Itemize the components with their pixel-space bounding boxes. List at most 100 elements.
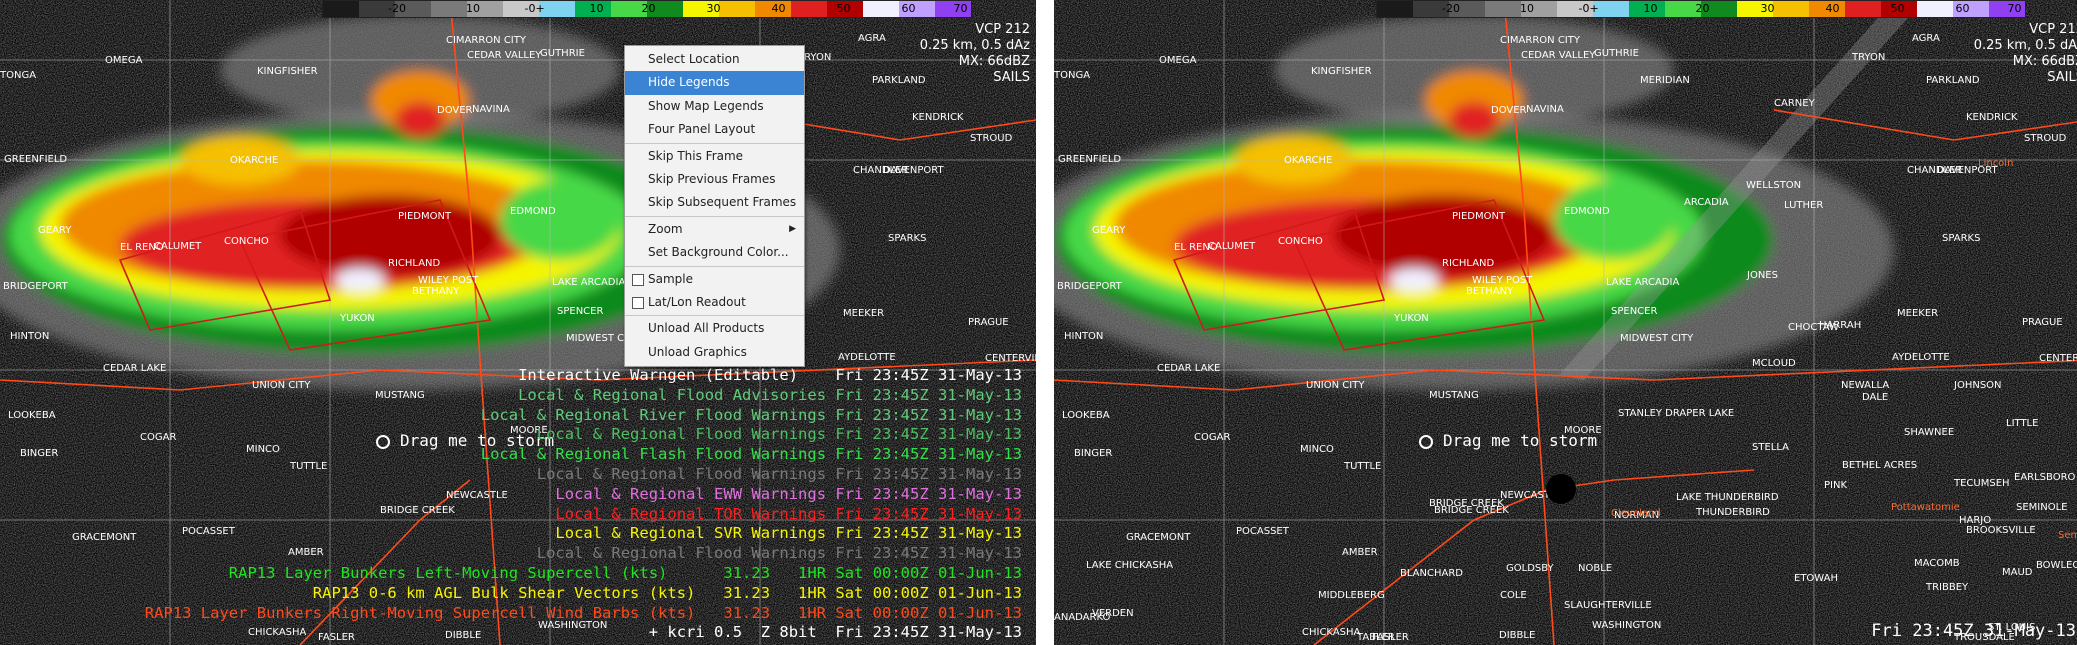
map-label: SPARKS (1942, 233, 1981, 244)
county-label: Pottawatomie (1891, 502, 1960, 513)
map-label: OKARCHE (230, 155, 279, 166)
map-label: MUSTANG (375, 390, 425, 401)
map-label: FASLER (318, 632, 355, 643)
context-menu[interactable]: Select Location Hide Legends Show Map Lege… (624, 45, 805, 368)
product-legend-row[interactable]: RAP13 0-6 km AGL Bulk Shear Vectors (kts… (313, 584, 1022, 604)
map-label: GUTHRIE (1594, 48, 1639, 59)
product-legend-row[interactable]: Local & Regional TOR Warnings Fri 23:45Z… (555, 505, 1022, 525)
menu-item-skip-this-frame[interactable]: Skip This Frame (625, 145, 804, 168)
product-legend-row[interactable]: Interactive Warngen (Editable) Fri 23:45… (518, 366, 1022, 386)
map-label: CARNEY (1774, 98, 1815, 109)
menu-item-skip-subsequent-frames[interactable]: Skip Subsequent Frames (625, 191, 804, 214)
map-label: LAKE THUNDERBIRD (1676, 492, 1779, 503)
menu-item-zoom[interactable]: Zoom ▶ (625, 218, 804, 241)
menu-item-show-map-legends[interactable]: Show Map Legends (625, 95, 804, 118)
product-legend-row[interactable]: Local & Regional SVR Warnings Fri 23:45Z… (555, 524, 1022, 544)
product-legend-row[interactable]: Local & Regional Flood Warnings Fri 23:4… (537, 465, 1022, 485)
menu-separator (625, 142, 804, 144)
checkbox-icon[interactable] (632, 273, 644, 286)
radar-pane-left[interactable]: -20 10 -0+ 10 20 30 40 50 60 70 VCP 212 0.25 km, … (0, 0, 1036, 645)
county-label: Cleveland (1611, 508, 1661, 519)
map-label: MAUD (2002, 567, 2033, 578)
map-label: SHAWNEE (1904, 427, 1955, 438)
menu-item-unload-graphics[interactable]: Unload Graphics (625, 341, 804, 364)
map-label: TECUMSEH (1954, 478, 2010, 489)
menu-item-select-location[interactable]: Select Location (625, 48, 804, 71)
product-legend-row[interactable]: Local & Regional Flood Advisories Fri 23… (518, 386, 1022, 406)
map-label: BRIDGEPORT (3, 281, 68, 292)
map-label: SEMINOLE (2016, 502, 2068, 513)
menu-item-skip-previous-frames[interactable]: Skip Previous Frames (625, 168, 804, 191)
map-label: TONGA (0, 70, 37, 81)
map-label: HARRAH (1819, 320, 1862, 331)
checkbox-icon[interactable] (632, 296, 644, 309)
radar-info: VCP 212 0.25 km, 0.5 dAz MX: 66dBZ SAILS (1974, 22, 2077, 86)
radar-map-right[interactable] (1054, 0, 2077, 645)
storm-track-handle-icon[interactable] (376, 434, 390, 449)
map-label: DOVER (437, 105, 473, 116)
map-label: GREENFIELD (4, 154, 68, 165)
map-label: CEDAR VALLEY (1521, 50, 1596, 61)
map-label: TUTTLE (290, 461, 328, 472)
map-label: BINGER (1074, 448, 1113, 459)
radar-pane-right[interactable]: -20 10 -0+ 10 20 30 40 50 60 70 VCP 212 0.25 km, … (1054, 0, 2077, 645)
colorbar-tick-label: -20 (1442, 2, 1460, 15)
map-label: SPENCER (557, 306, 604, 317)
storm-track-handle-icon[interactable] (1419, 434, 1433, 449)
map-label: KENDRICK (1966, 112, 2018, 123)
colorbar-tick-label: 60 (901, 2, 916, 15)
map-label: AYDELOTTE (1892, 352, 1950, 363)
menu-item-label: Skip Subsequent Frames (648, 195, 797, 210)
menu-item-label: Show Map Legends (648, 98, 764, 113)
storm-marker[interactable] (1546, 474, 1576, 504)
colorbar-tick-label: 40 (771, 2, 786, 15)
map-label: NAVINA (472, 104, 510, 115)
menu-separator (625, 315, 804, 317)
colorbar-tick-label: -20 (388, 2, 406, 15)
map-label: AGRA (1912, 33, 1940, 44)
product-legend-row[interactable]: Local & Regional Flash Flood Warnings Fr… (481, 445, 1022, 465)
map-label: UNION CITY (252, 380, 311, 391)
menu-item-label: Zoom (648, 221, 683, 236)
map-label: WASHINGTON (1592, 620, 1662, 631)
colorbar-tick-label: 20 (1695, 2, 1710, 15)
drag-me-to-storm[interactable]: Drag me to storm (1419, 431, 1597, 450)
map-label: STROUD (2024, 133, 2067, 144)
map-label: EDMOND (510, 206, 556, 217)
product-legend-row[interactable]: + kcri 0.5 Z 8bit Fri 23:45Z 31-May-13 (649, 623, 1022, 643)
menu-item-set-background-color[interactable]: Set Background Color... (625, 241, 804, 264)
product-legend-row[interactable]: RAP13 Layer Bunkers Left-Moving Supercel… (229, 564, 1022, 584)
map-label: GOLDSBY (1506, 563, 1554, 574)
map-label: MEEKER (843, 308, 885, 319)
product-legend-row[interactable]: RAP13 Layer Bunkers Right-Moving Superce… (145, 604, 1022, 624)
map-label: BROOKSVILLE (1966, 525, 2036, 536)
menu-item-sample[interactable]: Sample (625, 268, 804, 291)
resolution-label: 0.25 km, 0.5 dAz (919, 38, 1030, 53)
map-label: SPARKS (888, 233, 927, 244)
map-label: STROUD (970, 133, 1013, 144)
radar-info: VCP 212 0.25 km, 0.5 dAz MX: 66dBZ SAILS (920, 22, 1030, 86)
map-label: HINTON (10, 331, 50, 342)
menu-item-four-panel-layout[interactable]: Four Panel Layout (625, 118, 804, 141)
map-label: PIEDMONT (1452, 211, 1506, 222)
map-label: SPENCER (1611, 306, 1658, 317)
product-legend-row[interactable]: Local & Regional Flood Warnings Fri 23:4… (537, 425, 1022, 445)
map-label: ANADARKO (1054, 612, 1111, 623)
vcp-label: VCP 212 (2029, 22, 2077, 37)
map-label: AYDELOTTE (838, 352, 896, 363)
menu-item-hide-legends[interactable]: Hide Legends (625, 71, 804, 95)
product-legend-row[interactable]: Local & Regional EWW Warnings Fri 23:45Z… (555, 485, 1022, 505)
map-label: POCASSET (1236, 526, 1289, 537)
map-label: KENDRICK (912, 112, 964, 123)
menu-item-lat-lon-readout[interactable]: Lat/Lon Readout (625, 291, 804, 314)
map-label: STANLEY DRAPER LAKE (1618, 408, 1735, 419)
product-legend-row[interactable]: Local & Regional River Flood Warnings Fr… (481, 406, 1022, 426)
menu-item-unload-all-products[interactable]: Unload All Products (625, 317, 804, 340)
map-label: ETOWAH (1794, 573, 1838, 584)
map-label: EL RENO (1174, 242, 1218, 253)
colorbar-tick-label: 30 (1760, 2, 1775, 15)
colorbar-tick-label: 50 (1890, 2, 1905, 15)
map-label: COGAR (140, 432, 177, 443)
product-legend-row[interactable]: Local & Regional Flood Warnings Fri 23:4… (537, 544, 1022, 564)
menu-item-label: Skip Previous Frames (648, 171, 776, 186)
